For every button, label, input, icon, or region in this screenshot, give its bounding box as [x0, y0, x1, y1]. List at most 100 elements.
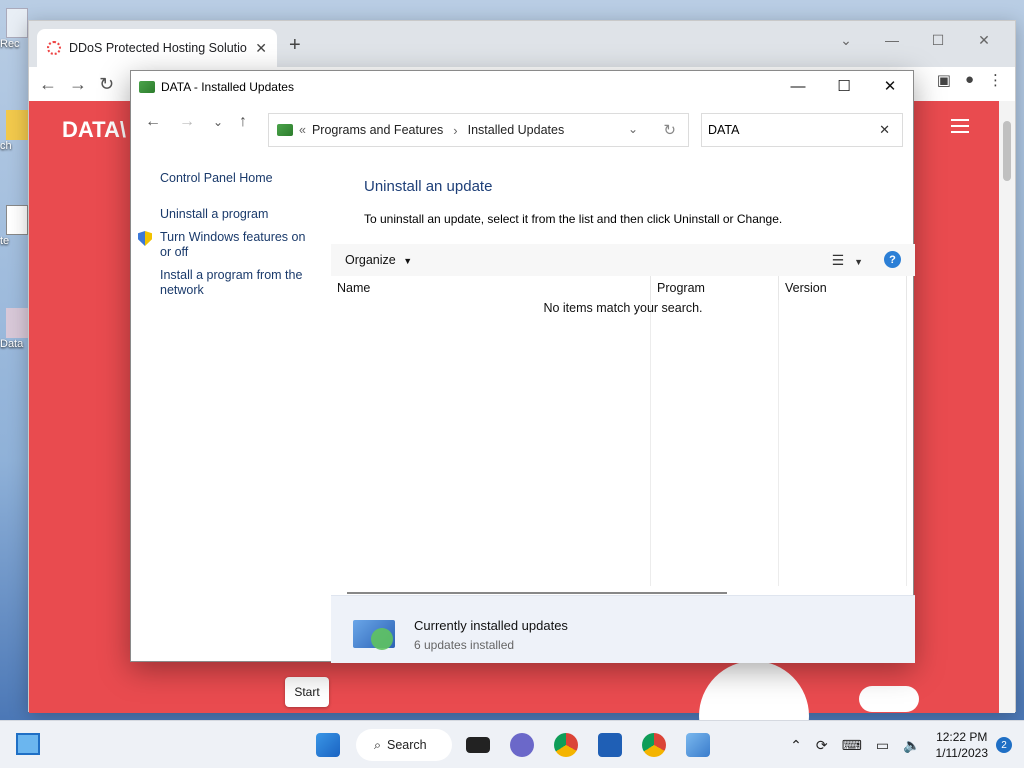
- details-title: Currently installed updates: [414, 618, 568, 633]
- minimize-button[interactable]: —: [775, 71, 821, 101]
- navigation-bar: ← → ⌄ ↑ « Programs and Features › Instal…: [131, 103, 913, 149]
- chat-icon[interactable]: [510, 733, 534, 757]
- task-view-icon[interactable]: [466, 737, 490, 753]
- chrome-icon[interactable]: [642, 733, 666, 757]
- desktop-icon-data[interactable]: Data: [0, 308, 28, 350]
- installed-updates-icon: [353, 620, 395, 650]
- empty-list-message: No items match your search.: [543, 301, 703, 315]
- desktop-icon-label: ch: [0, 140, 12, 152]
- desktop-icon-label: te: [0, 235, 10, 247]
- desktop-icon-recycle-bin[interactable]: Rec: [0, 8, 28, 50]
- view-options-button[interactable]: ☰ ▼: [832, 252, 863, 269]
- sidebar-item-install-from-network[interactable]: Install a program from the network: [160, 268, 320, 298]
- browser-menu-icon[interactable]: ⋮: [988, 71, 1003, 89]
- column-header-version[interactable]: Version: [779, 276, 907, 300]
- breadcrumb-programs-and-features[interactable]: Programs and Features: [312, 123, 443, 137]
- tab-search-icon[interactable]: ⌄: [823, 25, 869, 55]
- sidebar-toggle-icon[interactable]: ▣: [937, 71, 951, 89]
- profile-avatar-icon[interactable]: ●: [965, 71, 974, 89]
- sidebar-item-windows-features[interactable]: Turn Windows features on or off: [160, 230, 320, 260]
- browser-forward-icon[interactable]: →: [69, 74, 87, 95]
- control-panel-icon: [277, 124, 293, 136]
- breadcrumb-separator-icon[interactable]: ›: [453, 123, 457, 138]
- breadcrumb-overflow[interactable]: «: [299, 123, 306, 137]
- installed-updates-window: DATA - Installed Updates — ☐ ✕ ← → ⌄ ↑ «…: [130, 70, 915, 663]
- window-controls: — ☐ ✕: [775, 71, 913, 101]
- column-header-program[interactable]: Program: [651, 276, 779, 300]
- search-icon: ⌕: [374, 737, 382, 752]
- organize-button[interactable]: Organize ▼: [345, 253, 412, 267]
- refresh-button[interactable]: ↻: [663, 121, 676, 139]
- desktop-icon-text[interactable]: te: [0, 205, 28, 247]
- horizontal-scrollbar[interactable]: [347, 592, 727, 594]
- sidebar-item-uninstall-program[interactable]: Uninstall a program: [160, 207, 268, 222]
- column-divider: [906, 300, 907, 586]
- desktop-icon-label: Rec: [0, 38, 20, 50]
- recent-locations-button[interactable]: ⌄: [213, 115, 223, 129]
- organize-label: Organize: [345, 253, 396, 267]
- new-tab-button[interactable]: +: [289, 34, 301, 57]
- shield-icon: [138, 231, 152, 246]
- network-icon[interactable]: ▭: [876, 737, 889, 754]
- recycle-bin-icon: [6, 8, 28, 38]
- help-button[interactable]: ?: [884, 251, 901, 268]
- browser-minimize-button[interactable]: —: [869, 25, 915, 55]
- control-panel-icon: [139, 81, 155, 93]
- page-description: To uninstall an update, select it from t…: [364, 212, 783, 226]
- column-headers: Name Program Version: [331, 276, 915, 300]
- chevron-down-icon: ▼: [854, 257, 863, 267]
- address-dropdown-icon[interactable]: ⌄: [628, 122, 638, 136]
- maximize-button[interactable]: ☐: [821, 71, 867, 101]
- sync-icon[interactable]: ⟳: [816, 737, 828, 754]
- page-start-button[interactable]: Start: [285, 677, 329, 707]
- taskbar: ⌕ Search ⌃ ⟳ ⌨ ▭ 🔈 12:22 PM 1/11/2023 2: [0, 720, 1024, 768]
- control-panel-taskbar-icon[interactable]: [686, 733, 710, 757]
- taskbar-search-label: Search: [387, 738, 427, 752]
- keyboard-icon[interactable]: ⌨: [842, 737, 862, 754]
- close-button[interactable]: ✕: [867, 71, 913, 101]
- up-button[interactable]: ↑: [239, 113, 247, 131]
- search-field[interactable]: ✕: [701, 113, 903, 147]
- clock-time: 12:22 PM: [936, 730, 988, 744]
- back-button[interactable]: ←: [145, 113, 161, 131]
- breadcrumb-installed-updates[interactable]: Installed Updates: [468, 123, 565, 137]
- clock[interactable]: 12:22 PM 1/11/2023: [936, 729, 989, 761]
- column-divider: [650, 300, 651, 586]
- sidebar-item-control-panel-home[interactable]: Control Panel Home: [160, 171, 273, 186]
- details-pane: Currently installed updates 6 updates in…: [331, 595, 915, 663]
- browser-tab[interactable]: DDoS Protected Hosting Solutio ✕: [37, 29, 277, 67]
- widgets-icon[interactable]: [16, 733, 40, 755]
- chevron-up-icon[interactable]: ⌃: [790, 737, 802, 754]
- search-input[interactable]: [708, 123, 868, 137]
- store-icon[interactable]: [598, 733, 622, 757]
- column-header-name[interactable]: Name: [331, 276, 651, 300]
- hamburger-menu-icon[interactable]: [951, 119, 969, 133]
- folder-icon: [6, 110, 28, 140]
- tab-close-icon[interactable]: ✕: [255, 40, 267, 57]
- browser-back-icon[interactable]: ←: [39, 74, 57, 95]
- volume-icon[interactable]: 🔈: [903, 737, 920, 754]
- forward-button[interactable]: →: [179, 113, 195, 131]
- browser-scrollbar[interactable]: [999, 101, 1015, 713]
- cloud-decoration: [859, 686, 919, 712]
- site-logo[interactable]: DATA\: [62, 117, 126, 143]
- window-title: DATA - Installed Updates: [161, 80, 294, 94]
- windows-start-icon[interactable]: [316, 733, 340, 757]
- clear-search-icon[interactable]: ✕: [879, 122, 890, 138]
- address-bar[interactable]: « Programs and Features › Installed Upda…: [268, 113, 689, 147]
- notification-badge[interactable]: 2: [996, 737, 1012, 753]
- chrome-icon[interactable]: [554, 733, 578, 757]
- taskbar-search-button[interactable]: ⌕ Search: [356, 729, 452, 761]
- browser-tab-title: DDoS Protected Hosting Solutio: [69, 41, 247, 55]
- details-subtitle: 6 updates installed: [414, 638, 515, 652]
- browser-tab-bar: DDoS Protected Hosting Solutio ✕ + ⌄ — ☐…: [29, 21, 1015, 67]
- browser-reload-icon[interactable]: ↻: [99, 74, 114, 95]
- browser-right-tools: ▣ ● ⋮: [937, 71, 1003, 89]
- scrollbar-thumb[interactable]: [1003, 121, 1011, 181]
- clock-date: 1/11/2023: [935, 746, 989, 760]
- browser-maximize-button[interactable]: ☐: [915, 25, 961, 55]
- main-content: Uninstall an update To uninstall an upda…: [331, 149, 915, 663]
- browser-close-button[interactable]: ✕: [961, 25, 1007, 55]
- desktop-icon-folder[interactable]: ch: [0, 110, 28, 152]
- chevron-down-icon: ▼: [403, 256, 413, 266]
